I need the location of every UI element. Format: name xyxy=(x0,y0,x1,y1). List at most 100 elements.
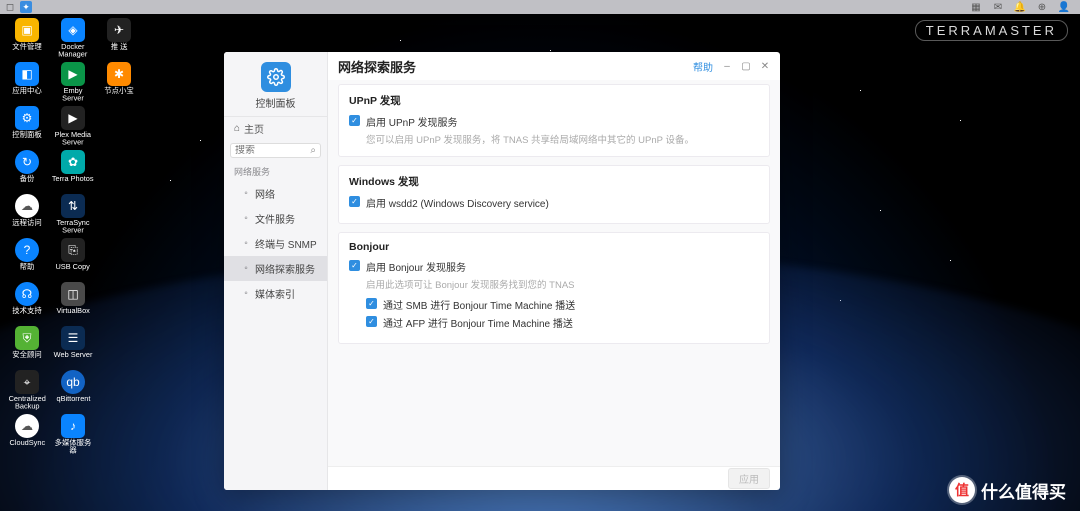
brand-badge: TERRAMASTER xyxy=(915,20,1068,41)
desktop-icon-terrasync[interactable]: ⇅ TerraSync Server xyxy=(50,194,96,236)
qbittorrent-icon: qb xyxy=(61,370,85,394)
sidebar-item-discovery[interactable]: ◦网络探索服务 xyxy=(224,256,327,281)
search-input[interactable] xyxy=(235,145,310,156)
desktop: ◻ ✦ ▦✉🔔⊕👤 ▣文件管理◈Docker Manager✈推 送◧应用中心▶… xyxy=(0,0,1080,511)
node-icon: ✱ xyxy=(107,62,131,86)
checkbox-row[interactable]: ✓ 通过 SMB 进行 Bonjour Time Machine 播送 xyxy=(366,297,759,312)
desktop-icon-qbittorrent[interactable]: qbqBittorrent xyxy=(50,370,96,412)
window-sidebar: 控制面板 ⌂ 主页 ⌕ 网络服务 ◦网络◦文件服务◦终端与 SNMP◦网络探索服… xyxy=(224,52,328,490)
push-icon: ✈ xyxy=(107,18,131,42)
checkbox-row[interactable]: ✓启用 Bonjour 发现服务 xyxy=(349,259,759,274)
bullet-icon: ◦ xyxy=(242,240,250,248)
card-description: 您可以启用 UPnP 发现服务，将 TNAS 共享给局域网络中其它的 UPnP … xyxy=(366,132,759,146)
settings-card: UPnP 发现 ✓启用 UPnP 发现服务您可以启用 UPnP 发现服务，将 TN… xyxy=(338,84,770,157)
desktop-icon-push[interactable]: ✈推 送 xyxy=(96,18,142,60)
sidebar-item-label: 终端与 SNMP xyxy=(255,236,317,251)
user-icon[interactable]: 👤 xyxy=(1058,1,1070,13)
emby-icon: ▶ xyxy=(61,62,85,86)
control-panel-window: 控制面板 ⌂ 主页 ⌕ 网络服务 ◦网络◦文件服务◦终端与 SNMP◦网络探索服… xyxy=(224,52,780,490)
desktop-icon-cloudsync[interactable]: ☁CloudSync xyxy=(4,414,50,456)
checkbox-row[interactable]: ✓启用 wsdd2 (Windows Discovery service) xyxy=(349,195,759,210)
bullet-icon: ◦ xyxy=(242,290,250,298)
desktop-icon-photos[interactable]: ✿Terra Photos xyxy=(50,150,96,192)
sidebar-item-terminal-snmp[interactable]: ◦ 终端与 SNMP xyxy=(224,231,327,256)
settings-card: Bonjour✓启用 Bonjour 发现服务启用此选项可让 Bonjour 发… xyxy=(338,232,770,344)
checkbox-label: 通过 SMB 进行 Bonjour Time Machine 播送 xyxy=(383,297,575,312)
checkbox-icon[interactable]: ✓ xyxy=(349,115,360,126)
apply-button[interactable]: 应用 xyxy=(728,468,770,489)
dashboard-icon[interactable]: ◻ xyxy=(4,1,16,13)
security-icon: ⛨ xyxy=(15,326,39,350)
watermark-text: 什么值得买 xyxy=(981,478,1066,503)
desktop-icon-files[interactable]: ▣文件管理 xyxy=(4,18,50,60)
desktop-icon-backup[interactable]: ↻备份 xyxy=(4,150,50,192)
desktop-icon-usb-copy[interactable]: ⎘USB Copy xyxy=(50,238,96,280)
desktop-icon-label: TerraSync Server xyxy=(56,220,89,235)
desktop-icons: ▣文件管理◈Docker Manager✈推 送◧应用中心▶Emby Serve… xyxy=(4,18,142,456)
desktop-icon-control-panel[interactable]: ⚙控制面板 xyxy=(4,106,50,148)
desktop-icon-emby[interactable]: ▶Emby Server xyxy=(50,62,96,104)
desktop-icon-web-server[interactable]: ☰Web Server xyxy=(50,326,96,368)
watermark-badge: 值 xyxy=(949,477,975,503)
sidebar-item-file-service[interactable]: ◦文件服务 xyxy=(224,206,327,231)
sidebar-home[interactable]: ⌂ 主页 xyxy=(224,116,327,140)
desktop-icon-label: VirtualBox xyxy=(56,307,89,315)
desktop-icon-label: 控制面板 xyxy=(12,131,41,139)
maximize-button[interactable]: ▢ xyxy=(741,61,751,71)
files-icon: ▣ xyxy=(15,18,39,42)
checkbox-icon[interactable]: ✓ xyxy=(349,260,360,271)
cloudsync-icon: ☁ xyxy=(15,414,39,438)
desktop-icon-cbackup[interactable]: ⌖Centralized Backup xyxy=(4,370,50,412)
settings-card: Windows 发现 ✓启用 wsdd2 (Windows Discovery s… xyxy=(338,165,770,224)
media-server-icon: ♪ xyxy=(61,414,85,438)
desktop-icon-label: 多媒体服务器 xyxy=(52,440,94,455)
bell-icon[interactable]: 🔔 xyxy=(1014,1,1026,13)
watermark: 值 什么值得买 xyxy=(949,477,1066,503)
grid-icon[interactable]: ▦ xyxy=(970,1,982,13)
desktop-icon-media-server[interactable]: ♪ 多媒体服务器 xyxy=(50,414,96,456)
checkbox-row[interactable]: ✓启用 UPnP 发现服务 xyxy=(349,114,759,129)
help-link[interactable]: 帮助 xyxy=(693,59,713,74)
checkbox-icon[interactable]: ✓ xyxy=(349,196,360,207)
checkbox-label: 通过 AFP 进行 Bonjour Time Machine 播送 xyxy=(383,315,573,330)
desktop-icon-app-center[interactable]: ◧应用中心 xyxy=(4,62,50,104)
desktop-icon-label: 推 送 xyxy=(111,43,128,51)
sidebar-item-label: 网络 xyxy=(255,186,275,201)
bullet-icon: ◦ xyxy=(242,215,250,223)
close-button[interactable]: ✕ xyxy=(760,61,770,71)
desktop-icon-remote[interactable]: ☁远程访问 xyxy=(4,194,50,236)
sidebar-item-label: 网络探索服务 xyxy=(255,261,315,276)
control-panel-icon: ⚙ xyxy=(15,106,39,130)
card-heading: Windows 发现 xyxy=(349,174,759,189)
minimize-button[interactable]: – xyxy=(722,61,732,71)
globe-icon[interactable]: ⊕ xyxy=(1036,1,1048,13)
card-heading: UPnP 发现 xyxy=(349,93,759,108)
desktop-icon-virtualbox[interactable]: ◫VirtualBox xyxy=(50,282,96,324)
desktop-icon-docker[interactable]: ◈Docker Manager xyxy=(50,18,96,60)
desktop-icon-support[interactable]: ☊技术支持 xyxy=(4,282,50,324)
support-icon: ☊ xyxy=(15,282,39,306)
speech-icon[interactable]: ✉ xyxy=(992,1,1004,13)
checkbox-icon[interactable]: ✓ xyxy=(366,298,377,309)
sidebar-search[interactable]: ⌕ xyxy=(230,143,321,158)
desktop-icon-label: 节点小宝 xyxy=(104,87,133,95)
desktop-icon-help[interactable]: ?帮助 xyxy=(4,238,50,280)
desktop-icon-label: Docker Manager xyxy=(58,44,87,59)
sub-checks: ✓ 通过 SMB 进行 Bonjour Time Machine 播送 ✓ 通过 AF… xyxy=(366,297,759,330)
desktop-icon-node[interactable]: ✱节点小宝 xyxy=(96,62,142,104)
checkbox-row[interactable]: ✓ 通过 AFP 进行 Bonjour Time Machine 播送 xyxy=(366,315,759,330)
sidebar-item-network[interactable]: ◦网络 xyxy=(224,181,327,206)
desktop-icon-security[interactable]: ⛨安全顾问 xyxy=(4,326,50,368)
checkbox-icon[interactable]: ✓ xyxy=(366,316,377,327)
desktop-icon-label: Centralized Backup xyxy=(8,396,45,411)
desktop-icon-plex[interactable]: ▶Plex Media Server xyxy=(50,106,96,148)
desktop-icon-label: Plex Media Server xyxy=(55,132,91,147)
card-heading: Bonjour xyxy=(349,241,759,253)
sidebar-title: 控制面板 xyxy=(256,95,296,110)
app-logo-icon[interactable]: ✦ xyxy=(20,1,32,13)
terrasync-icon: ⇅ xyxy=(61,194,85,218)
desktop-icon-label: 文件管理 xyxy=(12,43,41,51)
sidebar-item-label: 媒体索引 xyxy=(255,286,295,301)
sidebar-item-media-index[interactable]: ◦ 媒体索引 xyxy=(224,281,327,306)
desktop-icon-label: Web Server xyxy=(54,351,93,359)
